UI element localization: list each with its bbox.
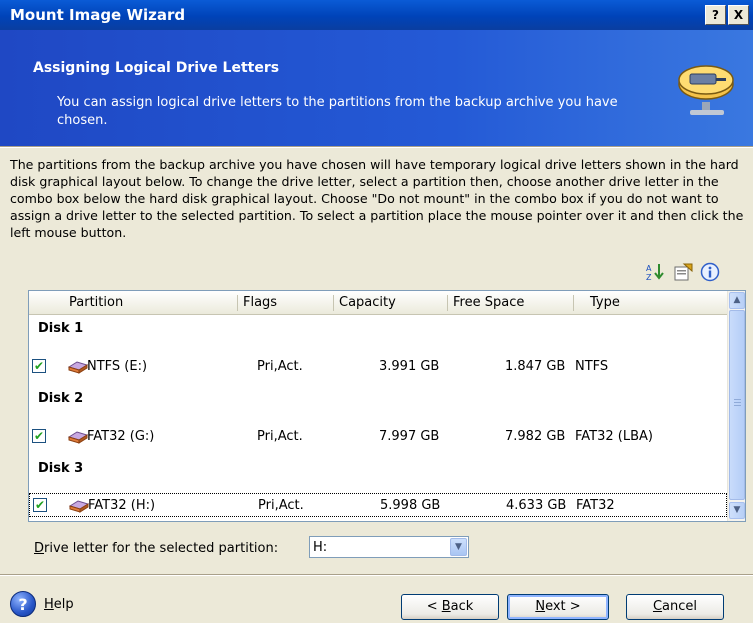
help-link[interactable]: Help	[44, 597, 74, 612]
drive-letter-combo[interactable]: H: ▼	[309, 536, 469, 558]
partition-checkbox[interactable]: ✔	[32, 359, 46, 373]
cancel-button[interactable]: Cancel	[626, 594, 724, 620]
scroll-down-button[interactable]: ▼	[729, 502, 745, 519]
partition-type: FAT32 (LBA)	[575, 429, 653, 444]
partition-free-space: 1.847 GB	[505, 359, 566, 374]
table-row[interactable]: ✔ NTFS (E:) Pri,Act. 3.991 GB 1.847 GB N…	[29, 355, 727, 379]
disk-label: Disk 3	[38, 461, 84, 476]
help-icon[interactable]: ?	[10, 591, 36, 617]
properties-icon[interactable]	[672, 262, 694, 282]
disk-label: Disk 2	[38, 391, 84, 406]
wizard-header: Assigning Logical Drive Letters You can …	[0, 30, 753, 146]
column-free-space[interactable]: Free Space	[453, 295, 524, 310]
vertical-scrollbar[interactable]: ▲ ▼	[727, 291, 745, 521]
drive-letter-value: H:	[313, 540, 328, 555]
drive-mount-icon	[678, 65, 734, 115]
back-button[interactable]: < Back	[401, 594, 499, 620]
partition-name: FAT32 (G:)	[87, 429, 155, 444]
scroll-up-button[interactable]: ▲	[729, 292, 745, 309]
partition-capacity: 5.998 GB	[380, 498, 441, 513]
list-header: Partition Flags Capacity Free Space Type	[29, 291, 727, 315]
partition-name: FAT32 (H:)	[88, 498, 156, 513]
column-flags[interactable]: Flags	[243, 295, 277, 310]
table-row-selected[interactable]: ✔ FAT32 (H:) Pri,Act. 5.998 GB 4.633 GB …	[29, 493, 727, 517]
drive-letter-label: Drive letter for the selected partition:	[34, 541, 279, 556]
sort-icon[interactable]: A Z	[645, 262, 667, 282]
svg-text:A: A	[646, 264, 652, 273]
partition-name: NTFS (E:)	[87, 359, 148, 374]
partition-list[interactable]: Partition Flags Capacity Free Space Type…	[28, 290, 746, 522]
partition-flags: Pri,Act.	[257, 359, 303, 374]
instructions-text: The partitions from the backup archive y…	[10, 157, 744, 240]
chevron-down-icon[interactable]: ▼	[450, 538, 467, 556]
column-partition[interactable]: Partition	[69, 295, 123, 310]
next-button[interactable]: Next >	[507, 594, 609, 620]
close-button[interactable]: X	[728, 5, 749, 25]
help-title-button[interactable]: ?	[705, 5, 726, 25]
partition-flags: Pri,Act.	[257, 429, 303, 444]
column-type[interactable]: Type	[590, 295, 620, 310]
partition-icon	[67, 431, 89, 444]
partition-free-space: 4.633 GB	[506, 498, 567, 513]
partition-icon	[68, 500, 90, 513]
partition-checkbox[interactable]: ✔	[32, 429, 46, 443]
header-subtitle: You can assign logical drive letters to …	[57, 95, 618, 128]
column-capacity[interactable]: Capacity	[339, 295, 396, 310]
scroll-thumb[interactable]	[729, 310, 745, 500]
window-title: Mount Image Wizard	[10, 6, 186, 24]
svg-text:Z: Z	[646, 273, 652, 282]
footer-separator	[0, 574, 753, 576]
partition-free-space: 7.982 GB	[505, 429, 566, 444]
table-row[interactable]: ✔ FAT32 (G:) Pri,Act. 7.997 GB 7.982 GB …	[29, 425, 727, 449]
title-bar: Mount Image Wizard ? X	[0, 0, 753, 30]
header-title: Assigning Logical Drive Letters	[33, 60, 280, 76]
partition-capacity: 3.991 GB	[379, 359, 440, 374]
disk-label: Disk 1	[38, 321, 84, 336]
partition-flags: Pri,Act.	[258, 498, 304, 513]
partition-icon	[67, 361, 89, 374]
info-icon[interactable]	[699, 262, 721, 282]
partition-capacity: 7.997 GB	[379, 429, 440, 444]
partition-type: FAT32	[576, 498, 615, 513]
partition-checkbox[interactable]: ✔	[33, 498, 47, 512]
partition-type: NTFS	[575, 359, 609, 374]
header-separator	[0, 146, 753, 148]
